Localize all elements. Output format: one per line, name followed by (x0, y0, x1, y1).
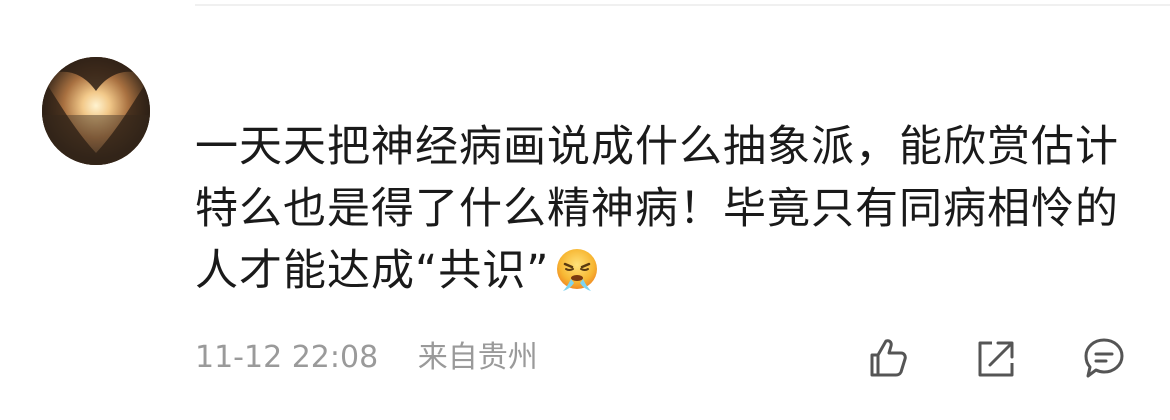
avatar-heart-hands-image (42, 57, 150, 165)
avatar[interactable] (42, 57, 150, 165)
timestamp: 11-12 22:08 (195, 340, 379, 375)
share-icon (978, 341, 1014, 377)
share-button[interactable] (972, 335, 1018, 381)
like-button[interactable] (864, 335, 910, 381)
comment-body: 一天天把神经病画说成什么抽象派，能欣赏估计特么也是得了什么精神病！毕竟只有同病相… (195, 122, 1119, 296)
comment-text: 一天天把神经病画说成什么抽象派，能欣赏估计特么也是得了什么精神病！毕竟只有同病相… (195, 116, 1130, 302)
thumbs-up-icon (870, 339, 907, 377)
steam-from-nose-emoji-icon (554, 247, 600, 293)
reply-button[interactable] (1081, 335, 1127, 381)
top-divider (195, 4, 1170, 6)
location: 来自贵州 (417, 340, 538, 375)
comment-meta: 11-12 22:08 来自贵州 (195, 332, 538, 376)
comment-icon (1084, 338, 1124, 378)
